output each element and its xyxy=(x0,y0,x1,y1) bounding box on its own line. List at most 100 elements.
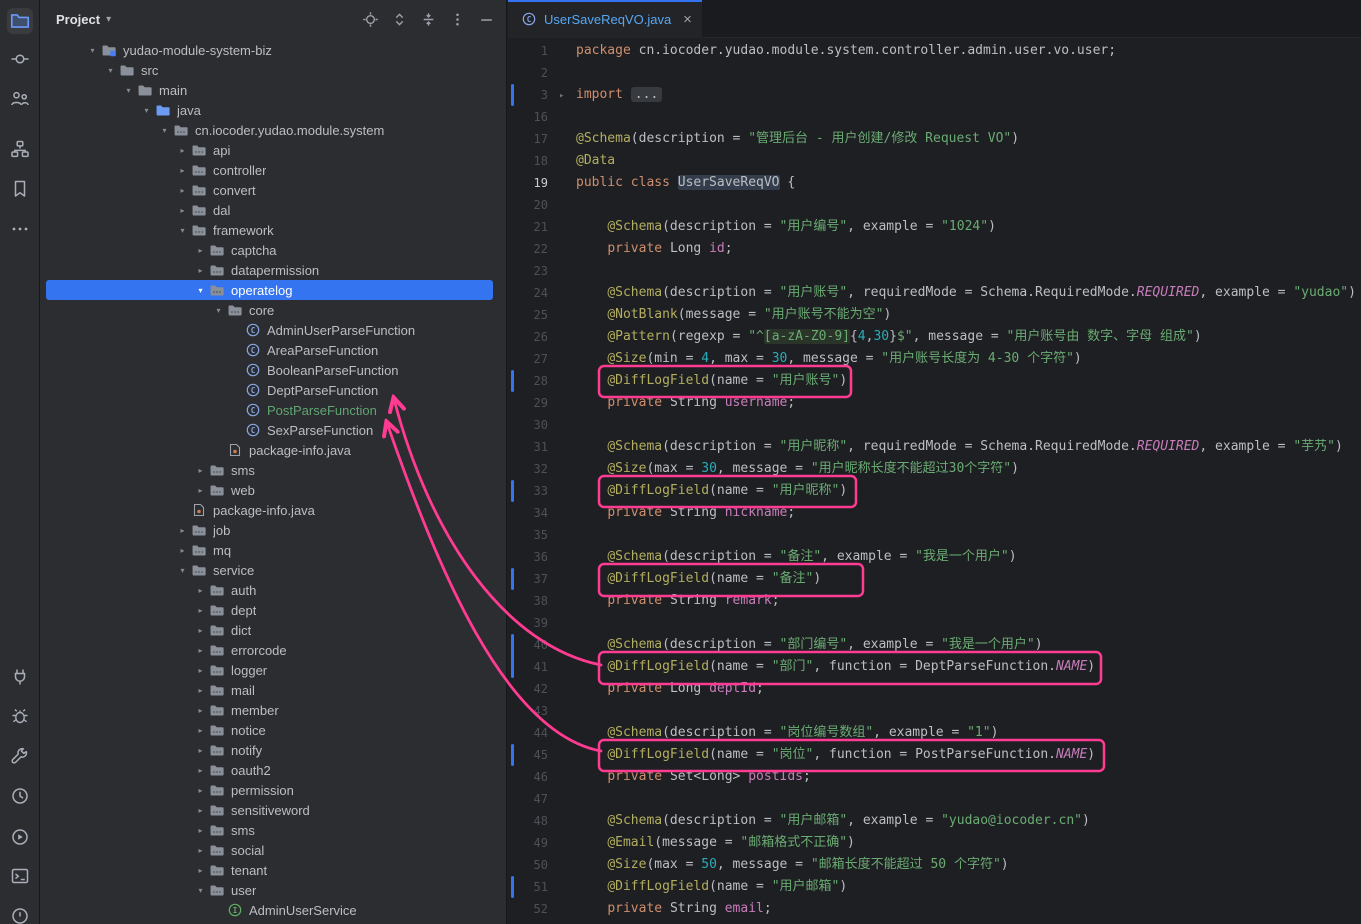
tree-item-deptparsefunction[interactable]: CDeptParseFunction xyxy=(46,380,493,400)
line-number[interactable]: 43 xyxy=(508,700,548,722)
tools-tool-button[interactable] xyxy=(7,743,33,769)
code-line-35[interactable]: 35 xyxy=(508,524,1361,546)
chevron-collapsed-icon[interactable]: ▸ xyxy=(192,706,209,715)
chevron-collapsed-icon[interactable]: ▸ xyxy=(192,626,209,635)
vcs-change-marker[interactable] xyxy=(511,744,514,766)
tree-item-dict[interactable]: ▸dict xyxy=(46,620,493,640)
chevron-collapsed-icon[interactable]: ▸ xyxy=(192,246,209,255)
history-tool-button[interactable] xyxy=(7,783,33,809)
tree-item-sms[interactable]: ▸sms xyxy=(46,460,493,480)
fold-arrow-icon[interactable]: ▸ xyxy=(559,85,564,107)
code-line-27[interactable]: 27 @Size(min = 4, max = 30, message = "用… xyxy=(508,348,1361,370)
line-number[interactable]: 24 xyxy=(508,282,548,304)
code-line-20[interactable]: 20 xyxy=(508,194,1361,216)
chevron-expanded-icon[interactable]: ▾ xyxy=(192,886,209,895)
vcs-change-marker[interactable] xyxy=(511,568,514,590)
expand-button[interactable] xyxy=(389,9,409,29)
project-panel-title[interactable]: Project ▾ xyxy=(56,12,111,27)
tree-item-java[interactable]: ▾java xyxy=(46,100,493,120)
line-number[interactable]: 44 xyxy=(508,722,548,744)
vcs-change-marker[interactable] xyxy=(511,370,514,392)
code-line-3[interactable]: 3▸import ... xyxy=(508,84,1361,106)
code-line-17[interactable]: 17@Schema(description = "管理后台 - 用户创建/修改 … xyxy=(508,128,1361,150)
chevron-expanded-icon[interactable]: ▾ xyxy=(138,106,155,115)
chevron-collapsed-icon[interactable]: ▸ xyxy=(192,786,209,795)
tree-item-mq[interactable]: ▸mq xyxy=(46,540,493,560)
line-number[interactable]: 38 xyxy=(508,590,548,612)
terminal-tool-button[interactable] xyxy=(7,863,33,889)
code-line-52[interactable]: 52 private String email; xyxy=(508,898,1361,920)
chevron-expanded-icon[interactable]: ▾ xyxy=(84,46,101,55)
chevron-collapsed-icon[interactable]: ▸ xyxy=(192,726,209,735)
code-line-21[interactable]: 21 @Schema(description = "用户编号", example… xyxy=(508,216,1361,238)
code-line-36[interactable]: 36 @Schema(description = "备注", example =… xyxy=(508,546,1361,568)
code-line-42[interactable]: 42 private Long deptId; xyxy=(508,678,1361,700)
code-line-38[interactable]: 38 private String remark; xyxy=(508,590,1361,612)
chevron-collapsed-icon[interactable]: ▸ xyxy=(192,826,209,835)
code-line-18[interactable]: 18@Data xyxy=(508,150,1361,172)
chevron-collapsed-icon[interactable]: ▸ xyxy=(192,266,209,275)
morev-button[interactable] xyxy=(447,9,467,29)
project-tool-button[interactable] xyxy=(7,8,33,34)
chevron-collapsed-icon[interactable]: ▸ xyxy=(192,846,209,855)
tree-item-service[interactable]: ▾service xyxy=(46,560,493,580)
code-line-22[interactable]: 22 private Long id; xyxy=(508,238,1361,260)
line-number[interactable]: 27 xyxy=(508,348,548,370)
line-number[interactable]: 1 xyxy=(508,40,548,62)
chevron-expanded-icon[interactable]: ▾ xyxy=(174,226,191,235)
hide-button[interactable] xyxy=(476,9,496,29)
editor-tab-usersavereqvo-java[interactable]: CUserSaveReqVO.java× xyxy=(508,0,702,38)
chevron-expanded-icon[interactable]: ▾ xyxy=(156,126,173,135)
line-number[interactable]: 33 xyxy=(508,480,548,502)
tree-item-user[interactable]: ▾user xyxy=(46,880,493,900)
chevron-collapsed-icon[interactable]: ▸ xyxy=(192,646,209,655)
line-number[interactable]: 30 xyxy=(508,414,548,436)
code-line-47[interactable]: 47 xyxy=(508,788,1361,810)
line-number[interactable]: 49 xyxy=(508,832,548,854)
line-number[interactable]: 22 xyxy=(508,238,548,260)
code-line-16[interactable]: 16 xyxy=(508,106,1361,128)
tree-item-dept[interactable]: ▸dept xyxy=(46,600,493,620)
code-line-25[interactable]: 25 @NotBlank(message = "用户账号不能为空") xyxy=(508,304,1361,326)
line-number[interactable]: 41 xyxy=(508,656,548,678)
tree-item-captcha[interactable]: ▸captcha xyxy=(46,240,493,260)
tree-item-notify[interactable]: ▸notify xyxy=(46,740,493,760)
tree-item-main[interactable]: ▾main xyxy=(46,80,493,100)
chevron-expanded-icon[interactable]: ▾ xyxy=(174,566,191,575)
chevron-expanded-icon[interactable]: ▾ xyxy=(102,66,119,75)
tree-item-notice[interactable]: ▸notice xyxy=(46,720,493,740)
chevron-collapsed-icon[interactable]: ▸ xyxy=(174,206,191,215)
code-line-34[interactable]: 34 private String nickname; xyxy=(508,502,1361,524)
tree-item-operatelog[interactable]: ▾operatelog xyxy=(46,280,493,300)
tree-item-errorcode[interactable]: ▸errorcode xyxy=(46,640,493,660)
line-number[interactable]: 37 xyxy=(508,568,548,590)
bookmarks-tool-button[interactable] xyxy=(7,176,33,202)
chevron-collapsed-icon[interactable]: ▸ xyxy=(174,166,191,175)
code-line-49[interactable]: 49 @Email(message = "邮箱格式不正确") xyxy=(508,832,1361,854)
tree-item-member[interactable]: ▸member xyxy=(46,700,493,720)
code-line-30[interactable]: 30 xyxy=(508,414,1361,436)
services-tool-button[interactable] xyxy=(7,664,33,690)
code-line-2[interactable]: 2 xyxy=(508,62,1361,84)
code-line-32[interactable]: 32 @Size(max = 30, message = "用户昵称长度不能超过… xyxy=(508,458,1361,480)
vcs-change-marker[interactable] xyxy=(511,634,514,678)
line-number[interactable]: 47 xyxy=(508,788,548,810)
line-number[interactable]: 26 xyxy=(508,326,548,348)
line-number[interactable]: 48 xyxy=(508,810,548,832)
tree-item-framework[interactable]: ▾framework xyxy=(46,220,493,240)
code-line-19[interactable]: 19public class UserSaveReqVO { xyxy=(508,172,1361,194)
line-number[interactable]: 25 xyxy=(508,304,548,326)
tree-item-api[interactable]: ▸api xyxy=(46,140,493,160)
tree-item-auth[interactable]: ▸auth xyxy=(46,580,493,600)
tree-item-convert[interactable]: ▸convert xyxy=(46,180,493,200)
code-line-23[interactable]: 23 xyxy=(508,260,1361,282)
line-number[interactable]: 2 xyxy=(508,62,548,84)
chevron-collapsed-icon[interactable]: ▸ xyxy=(192,686,209,695)
code-line-43[interactable]: 43 xyxy=(508,700,1361,722)
code-line-26[interactable]: 26 @Pattern(regexp = "^[a-zA-Z0-9]{4,30}… xyxy=(508,326,1361,348)
code-line-45[interactable]: 45 @DiffLogField(name = "岗位", function =… xyxy=(508,744,1361,766)
line-number[interactable]: 42 xyxy=(508,678,548,700)
run-tool-button[interactable] xyxy=(7,824,33,850)
tree-item-social[interactable]: ▸social xyxy=(46,840,493,860)
line-number[interactable]: 20 xyxy=(508,194,548,216)
